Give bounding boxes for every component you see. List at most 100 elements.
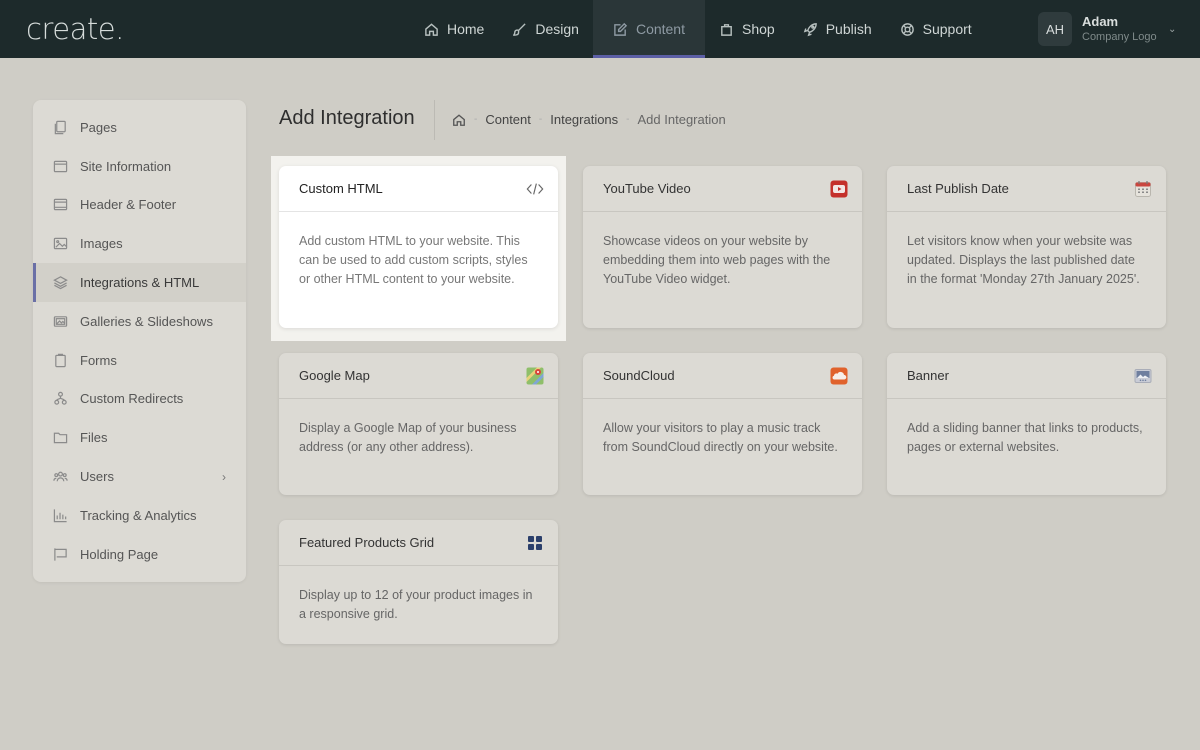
card-description: Add custom HTML to your website. This ca… (299, 234, 528, 286)
breadcrumb-separator: - (538, 114, 543, 125)
grid-icon (526, 534, 544, 552)
chevron-down-icon: ⌄ (1168, 24, 1177, 35)
nav-content-label: Content (635, 21, 685, 37)
card-title: SoundCloud (603, 368, 675, 383)
sidebar: Pages Site Information Header & Footer I… (33, 100, 246, 582)
integration-card-youtube-video[interactable]: YouTube Video Showcase videos on your we… (583, 166, 862, 328)
sidebar-item-label: Forms (80, 352, 117, 368)
card-description: Display up to 12 of your product images … (299, 588, 533, 621)
home-icon[interactable] (452, 113, 466, 127)
sidebar-item-users[interactable]: Users › (33, 457, 246, 496)
card-description: Allow your visitors to play a music trac… (603, 421, 838, 454)
sidebar-item-header-footer[interactable]: Header & Footer (33, 186, 246, 225)
card-description: Let visitors know when your website was … (907, 234, 1140, 286)
sidebar-item-label: Holding Page (80, 546, 159, 562)
rocket-icon (803, 22, 817, 36)
main-nav: Home Design Content Shop Publish Support (410, 0, 986, 58)
nav-shop-label: Shop (742, 21, 775, 37)
image-icon (53, 238, 68, 250)
sidebar-item-label: Users (80, 469, 114, 485)
sidebar-item-label: Integrations & HTML (80, 275, 200, 291)
home-icon (425, 22, 438, 36)
pages-icon (54, 120, 66, 135)
holding-page-icon (54, 548, 67, 561)
sidebar-item-site-information[interactable]: Site Information (33, 147, 246, 186)
nav-publish[interactable]: Publish (789, 0, 886, 58)
sidebar-item-label: Images (80, 236, 123, 252)
clipboard-icon (55, 353, 66, 367)
nav-shop[interactable]: Shop (705, 0, 789, 58)
user-menu[interactable]: AH Adam Company Logo ⌄ (1038, 12, 1176, 46)
integration-card-featured-products-grid[interactable]: Featured Products Grid Display up to 12 … (279, 520, 558, 644)
card-title: Last Publish Date (907, 181, 1009, 196)
avatar: AH (1038, 12, 1072, 46)
sidebar-item-pages[interactable]: Pages (33, 108, 246, 147)
nav-content[interactable]: Content (592, 0, 706, 58)
card-title: YouTube Video (603, 181, 691, 196)
map-icon (526, 367, 544, 385)
nav-home-label: Home (447, 21, 485, 37)
integration-card-last-publish-date[interactable]: Last Publish Date Let visitors know when… (887, 166, 1166, 328)
card-title: Custom HTML (299, 181, 383, 196)
nav-home[interactable]: Home (410, 0, 498, 58)
integration-card-custom-html[interactable]: Custom HTML Add custom HTML to your webs… (279, 166, 558, 328)
sidebar-item-tracking-analytics[interactable]: Tracking & Analytics (33, 496, 246, 535)
gallery-icon (53, 316, 68, 327)
youtube-icon (830, 180, 848, 198)
breadcrumb-separator: - (626, 114, 630, 125)
sidebar-item-files[interactable]: Files (33, 418, 246, 457)
top-navigation-bar: create. Home Design Content Shop Publish… (0, 0, 1200, 58)
nav-support-label: Support (922, 21, 972, 37)
edit-icon (614, 22, 628, 36)
user-name: Adam (1082, 14, 1119, 29)
code-icon (526, 180, 544, 198)
page-title: Add Integration (279, 107, 415, 129)
folder-icon (53, 432, 68, 444)
breadcrumb-add-integration: Add Integration (637, 112, 726, 127)
brush-icon (513, 22, 526, 36)
nav-design-label: Design (535, 21, 579, 37)
breadcrumb-separator: - (474, 114, 478, 125)
card-description: Showcase videos on your website by embed… (603, 234, 831, 286)
sidebar-item-forms[interactable]: Forms (33, 341, 246, 380)
shopping-bag-icon (721, 23, 732, 36)
chart-icon (53, 509, 67, 523)
sidebar-item-label: Custom Redirects (80, 391, 184, 407)
nav-publish-label: Publish (825, 21, 872, 37)
sidebar-item-custom-redirects[interactable]: Custom Redirects (33, 380, 246, 419)
nav-support[interactable]: Support (886, 0, 986, 58)
sidebar-item-images[interactable]: Images (33, 224, 246, 263)
sidebar-item-label: Header & Footer (80, 197, 177, 213)
sidebar-item-label: Files (80, 430, 108, 446)
layers-icon (53, 276, 68, 290)
users-icon (53, 471, 68, 482)
breadcrumb-integrations[interactable]: Integrations (550, 112, 618, 127)
integration-card-banner[interactable]: Banner Add a sliding banner that links t… (887, 353, 1166, 495)
sidebar-item-label: Tracking & Analytics (80, 507, 197, 523)
integration-card-google-map[interactable]: Google Map Display a Google Map of your … (279, 353, 558, 495)
card-title: Google Map (299, 368, 370, 383)
chevron-right-icon: › (222, 469, 226, 484)
breadcrumb-content[interactable]: Content (485, 112, 531, 127)
integration-card-soundcloud[interactable]: SoundCloud Allow your visitors to play a… (583, 353, 862, 495)
sidebar-item-label: Galleries & Slideshows (80, 313, 213, 329)
redirect-icon (54, 392, 67, 406)
lifebuoy-icon (900, 22, 914, 36)
create-logo[interactable]: create. (26, 12, 124, 46)
nav-design[interactable]: Design (498, 0, 593, 58)
soundcloud-icon (830, 367, 848, 385)
layout-icon (53, 199, 68, 211)
card-title: Featured Products Grid (299, 535, 435, 550)
sidebar-item-galleries-slideshows[interactable]: Galleries & Slideshows (33, 302, 246, 341)
sidebar-item-holding-page[interactable]: Holding Page (33, 535, 246, 574)
banner-icon (1134, 367, 1152, 385)
title-divider (434, 100, 435, 140)
breadcrumb: - Content - Integrations - Add Integrati… (452, 112, 726, 127)
card-description: Display a Google Map of your business ad… (299, 421, 517, 454)
card-description: Add a sliding banner that links to produ… (907, 421, 1143, 454)
sidebar-item-label: Pages (80, 119, 117, 135)
sidebar-item-integrations-html[interactable]: Integrations & HTML (33, 263, 246, 302)
card-title: Banner (907, 368, 949, 383)
user-company: Company Logo (1082, 31, 1157, 43)
sidebar-item-label: Site Information (80, 158, 172, 174)
